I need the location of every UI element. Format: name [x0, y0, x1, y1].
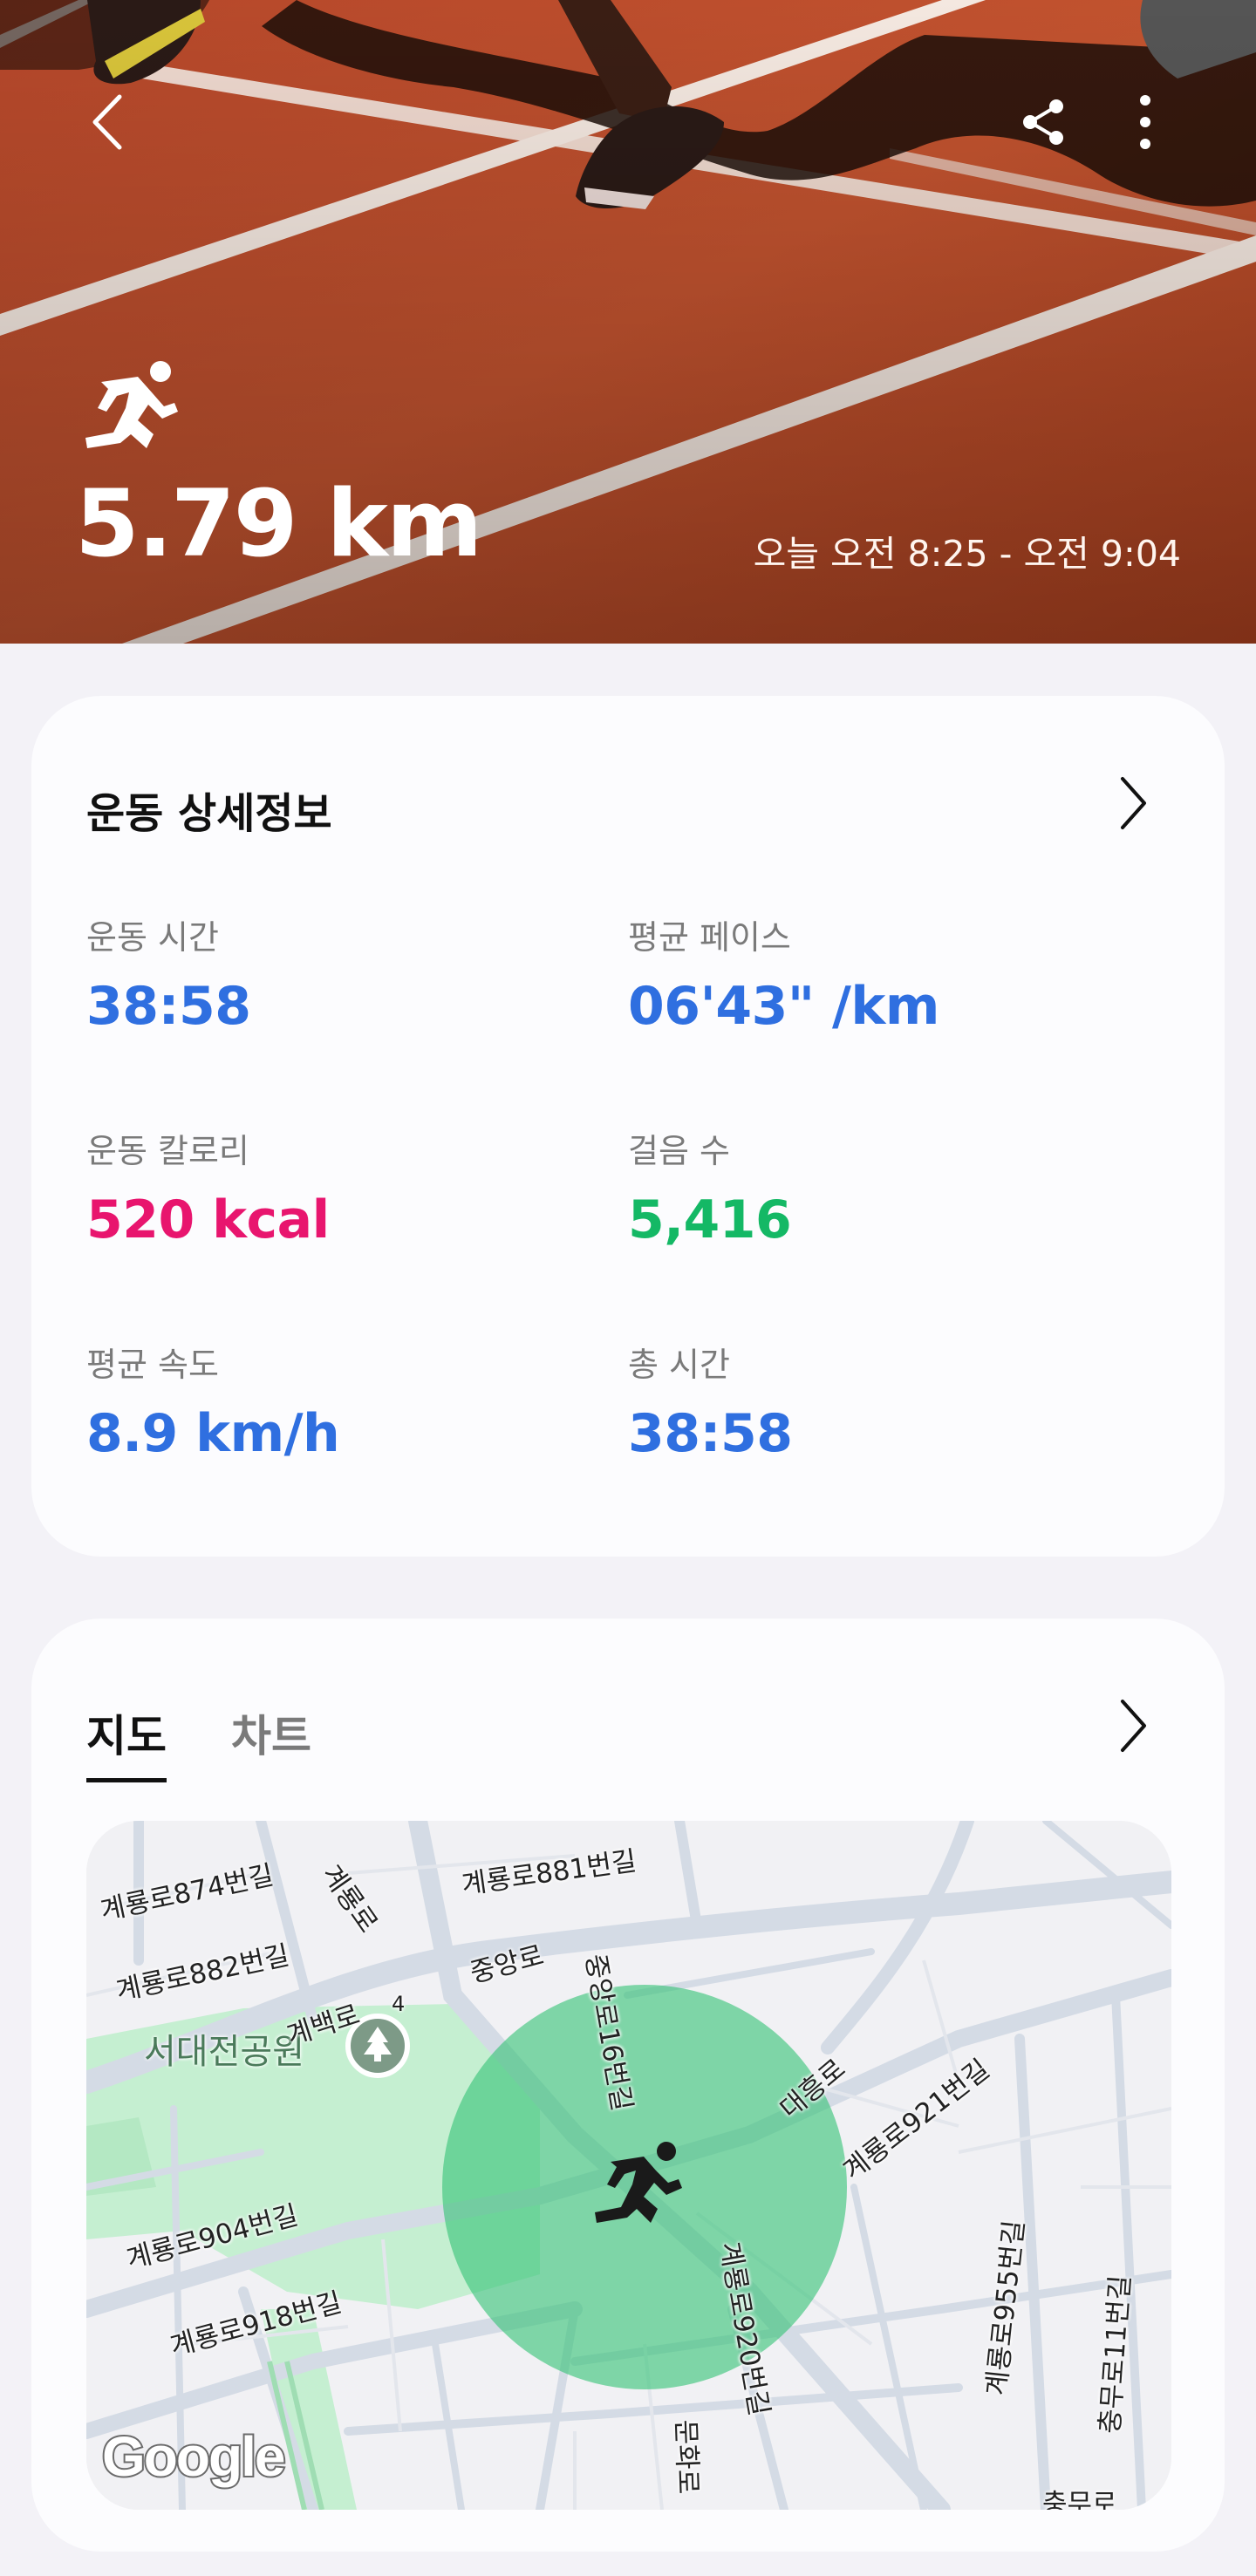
workout-time-range: 오늘 오전 8:25 - 오전 9:04: [753, 533, 1181, 575]
stat-value: 8.9 km/h: [86, 1403, 340, 1464]
street-label: 충무로: [1042, 2489, 1117, 2510]
stat-value: 38:58: [628, 1403, 793, 1464]
chevron-right-icon: [1121, 1700, 1146, 1752]
park-label: 서대전공원: [144, 2032, 304, 2072]
stat-value: 38:58: [86, 976, 251, 1037]
map-card: 지도 차트 서대전공원 계룡로874번길 계룡로 계룡로881번길 계룡로882…: [31, 1619, 1225, 2552]
stat-steps: 걸음 수 5,416: [628, 1135, 1116, 1246]
stat-label: 평균 페이스: [628, 918, 791, 957]
hero-banner: 5.79 km 오늘 오전 8:25 - 오전 9:04: [0, 0, 1256, 644]
map-expand-button[interactable]: [1102, 1695, 1164, 1756]
share-button[interactable]: [1005, 83, 1083, 161]
stat-value: 520 kcal: [86, 1189, 330, 1251]
map-roads: [86, 1821, 1171, 2510]
details-title: 운동 상세정보: [86, 789, 332, 838]
more-options-button[interactable]: [1106, 83, 1184, 161]
stat-workout-time: 운동 시간 38:58: [86, 921, 575, 1032]
stat-total-time: 총 시간 38:58: [628, 1348, 1116, 1460]
tab-chart[interactable]: 차트: [231, 1701, 311, 1782]
back-button[interactable]: [68, 83, 147, 161]
workout-details-card: 운동 상세정보 운동 시간 38:58 평균 페이스 06'43" /km 운동…: [31, 696, 1225, 1557]
details-expand-button[interactable]: [1102, 773, 1164, 834]
stat-label: 운동 칼로리: [86, 1132, 249, 1170]
stat-label: 평균 속도: [86, 1346, 219, 1384]
map-tabs: 지도 차트: [86, 1701, 311, 1782]
route-map[interactable]: 서대전공원 계룡로874번길 계룡로 계룡로881번길 계룡로882번길 중앙로…: [86, 1821, 1171, 2510]
google-attribution: Google: [100, 2423, 287, 2490]
stat-value: 5,416: [628, 1189, 792, 1251]
stat-calories: 운동 칼로리 520 kcal: [86, 1135, 575, 1246]
stat-label: 걸음 수: [628, 1132, 730, 1170]
more-icon: [1140, 95, 1150, 149]
stat-avg-pace: 평균 페이스 06'43" /km: [628, 921, 1116, 1032]
stat-label: 운동 시간: [86, 918, 219, 957]
street-label: 문화로: [669, 2418, 704, 2495]
tab-map[interactable]: 지도: [86, 1701, 167, 1782]
share-icon: [1023, 99, 1063, 145]
stat-label: 총 시간: [628, 1346, 730, 1384]
stat-value: 06'43" /km: [628, 976, 939, 1037]
back-icon: [92, 94, 122, 150]
running-icon: [85, 361, 178, 448]
distance-value: 5.79 km: [75, 470, 482, 577]
stat-avg-speed: 평균 속도 8.9 km/h: [86, 1348, 575, 1460]
chevron-right-icon: [1121, 777, 1146, 829]
street-label: 4: [392, 1992, 406, 2016]
